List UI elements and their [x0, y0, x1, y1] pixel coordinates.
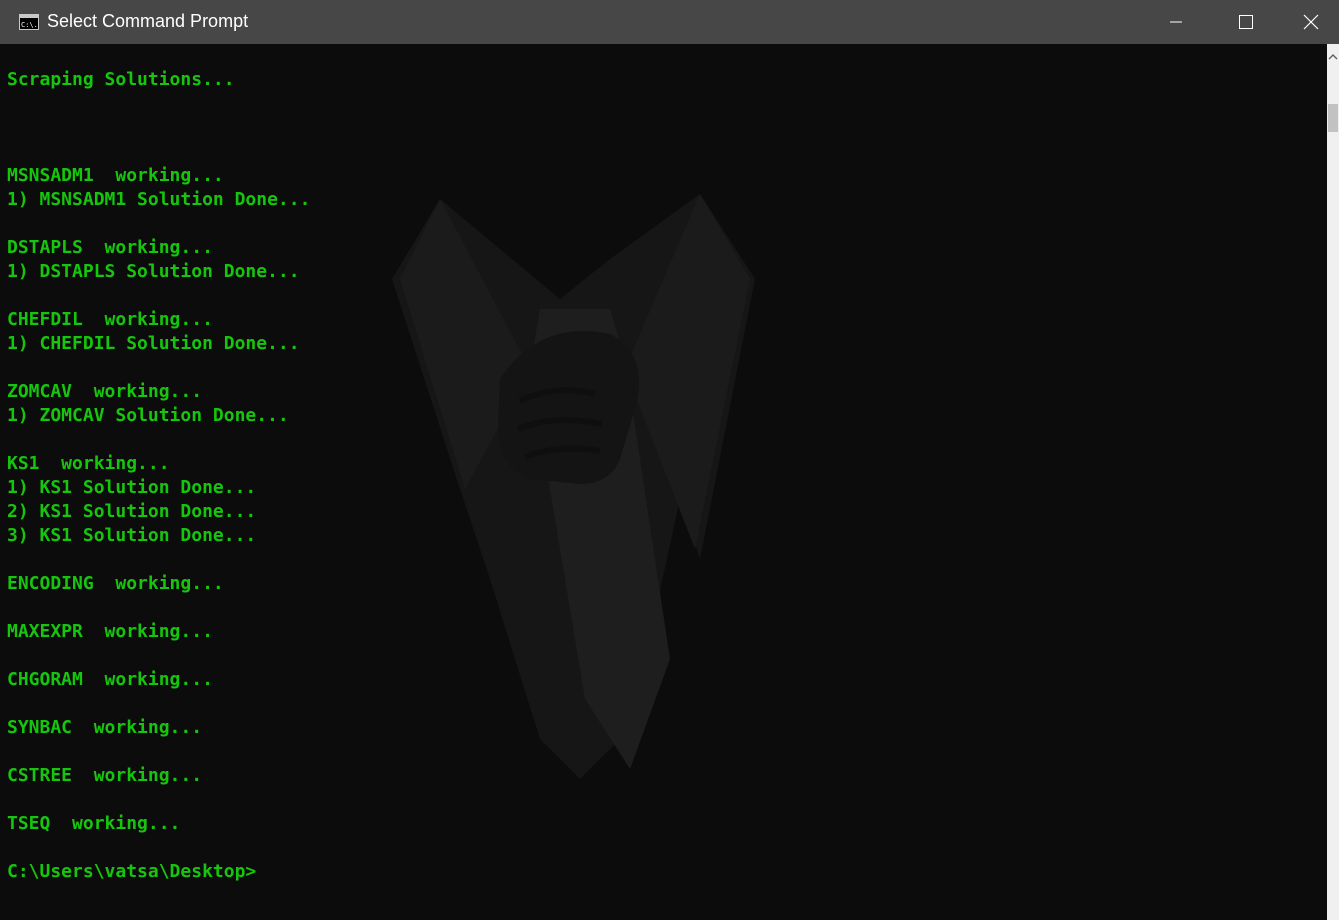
console-line: 3) KS1 Solution Done...: [7, 525, 257, 546]
vertical-scrollbar[interactable]: [1327, 44, 1339, 920]
maximize-button[interactable]: [1211, 0, 1281, 44]
console-line: Scraping Solutions...: [7, 69, 235, 90]
console-line: 2) KS1 Solution Done...: [7, 501, 257, 522]
minimize-icon: [1170, 21, 1182, 23]
console-line: ZOMCAV working...: [7, 381, 203, 402]
console-line: ENCODING working...: [7, 573, 224, 594]
console-output[interactable]: Scraping Solutions... MSNSADM1 working...…: [7, 68, 310, 884]
console-line: CHEFDIL working...: [7, 309, 213, 330]
console-line: KS1 working...: [7, 453, 170, 474]
prompt-line[interactable]: C:\Users\vatsa\Desktop>: [7, 860, 310, 884]
maximize-icon: [1239, 15, 1253, 29]
console-line: 1) DSTAPLS Solution Done...: [7, 261, 300, 282]
console-line: 1) KS1 Solution Done...: [7, 477, 257, 498]
console-line: CHGORAM working...: [7, 669, 213, 690]
console-line: DSTAPLS working...: [7, 237, 213, 258]
scroll-up-arrow-icon[interactable]: [1327, 50, 1339, 64]
title-bar[interactable]: C:\. Select Command Prompt: [0, 0, 1339, 44]
scrollbar-thumb[interactable]: [1328, 104, 1338, 132]
svg-text:C:\.: C:\.: [21, 21, 38, 29]
console-line: CSTREE working...: [7, 765, 203, 786]
cmd-app-icon: C:\.: [19, 14, 39, 30]
console-line: 1) CHEFDIL Solution Done...: [7, 333, 300, 354]
minimize-button[interactable]: [1141, 0, 1211, 44]
console-line: MSNSADM1 working...: [7, 165, 224, 186]
command-prompt-window: C:\. Select Command Prompt Scraping Solu…: [0, 0, 1339, 920]
console-line: 1) ZOMCAV Solution Done...: [7, 405, 289, 426]
close-icon: [1303, 14, 1319, 30]
console-area[interactable]: Scraping Solutions... MSNSADM1 working...…: [0, 44, 1327, 920]
console-line: SYNBAC working...: [7, 717, 203, 738]
window-title: Select Command Prompt: [47, 11, 249, 31]
close-button[interactable]: [1283, 0, 1339, 44]
console-line: MAXEXPR working...: [7, 621, 213, 642]
console-line: 1) MSNSADM1 Solution Done...: [7, 189, 311, 210]
console-line: TSEQ working...: [7, 813, 181, 834]
suit-tie-watermark: [392, 194, 755, 779]
